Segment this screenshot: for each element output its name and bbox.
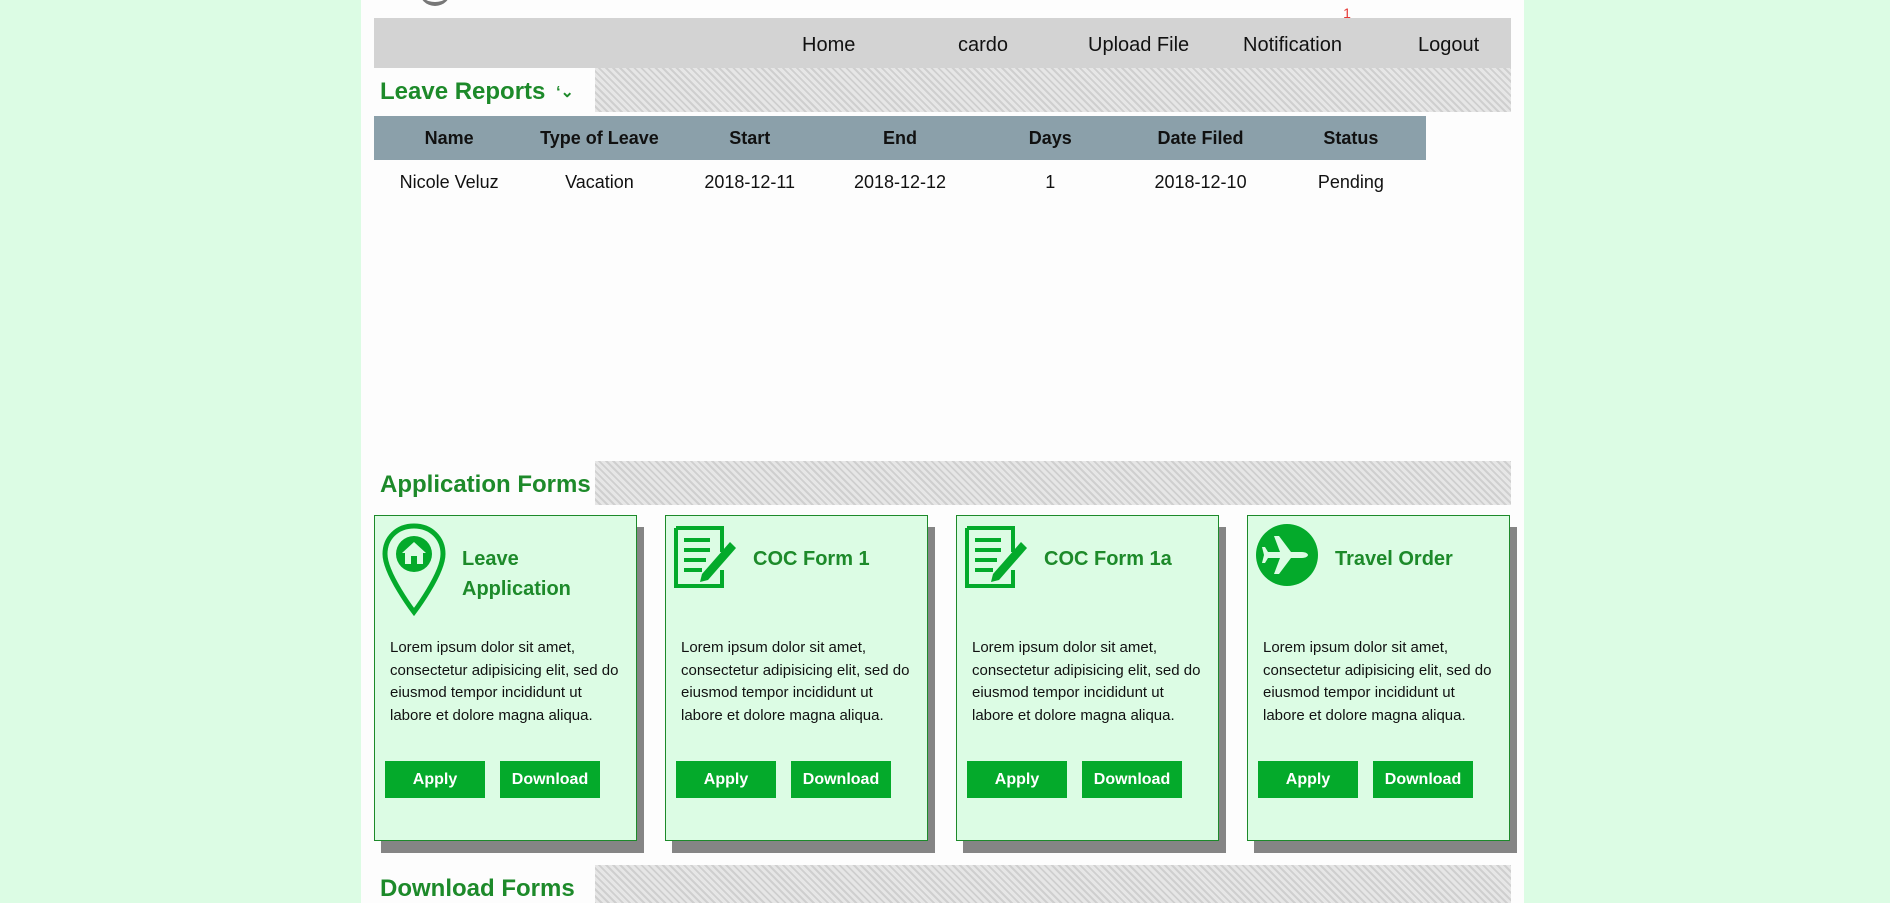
card-description: Lorem ipsum dolor sit amet, consectetur … (1263, 639, 1492, 724)
card-travel-order: Travel Order Lorem ipsum dolor sit amet,… (1247, 515, 1510, 841)
card-title: COC Form 1 (753, 548, 870, 570)
apply-button[interactable]: Apply (967, 761, 1067, 798)
apply-button[interactable]: Apply (676, 761, 776, 798)
nav-user-cardo[interactable]: cardo (958, 18, 1008, 68)
document-pencil-icon (674, 526, 736, 588)
table-header-row: Name Type of Leave Start End Days Date F… (374, 116, 1426, 160)
card-title: Travel Order (1335, 548, 1453, 570)
document-pencil-icon (965, 526, 1027, 588)
cell-status: Pending (1317, 171, 1384, 192)
cell-type: Vacation (565, 171, 634, 192)
card-title: Leave Application (462, 548, 571, 600)
download-forms-title: Download Forms (380, 875, 575, 902)
leave-reports-title[interactable]: Leave Reports ‘⌄ (380, 68, 574, 112)
leave-reports-header: Leave Reports ‘⌄ (374, 68, 1511, 112)
card-coc-form-1: COC Form 1 Lorem ipsum dolor sit amet, c… (665, 515, 928, 841)
header-stripe (595, 68, 1511, 112)
download-button[interactable]: Download (500, 761, 600, 798)
nav-upload-file[interactable]: Upload File (1088, 18, 1189, 68)
download-button[interactable]: Download (791, 761, 891, 798)
nav-home[interactable]: Home (802, 18, 855, 68)
top-navbar: Home cardo Upload File Notification 1 Lo… (374, 6, 1511, 68)
download-button[interactable]: Download (1082, 761, 1182, 798)
apply-button[interactable]: Apply (1258, 761, 1358, 798)
notification-count-badge: 1 (1343, 5, 1351, 21)
application-forms-header: Application Forms (374, 461, 1511, 505)
nav-logout[interactable]: Logout (1418, 18, 1479, 68)
column-header-days: Days (975, 116, 1126, 160)
card-title: COC Form 1a (1044, 548, 1172, 570)
card-description: Lorem ipsum dolor sit amet, consectetur … (681, 639, 910, 724)
table-row: Nicole Veluz Vacation 2018-12-11 2018-12… (374, 160, 1426, 204)
leave-reports-table: Name Type of Leave Start End Days Date F… (374, 116, 1426, 204)
leave-reports-title-text: Leave Reports (380, 78, 553, 105)
cell-date-filed: 2018-12-10 (1154, 171, 1247, 192)
main-content: Home cardo Upload File Notification 1 Lo… (361, 0, 1524, 903)
header-stripe (595, 461, 1511, 505)
header-stripe (595, 865, 1511, 903)
column-header-type: Type of Leave (524, 116, 675, 160)
chevron-down-icon[interactable]: ‘⌄ (556, 69, 574, 117)
nav-notification[interactable]: Notification 1 (1243, 6, 1351, 68)
column-header-start: Start (674, 116, 825, 160)
cell-start: 2018-12-11 (704, 171, 796, 192)
map-pin-home-icon (382, 523, 446, 617)
card-leave-application: Leave Application Lorem ipsum dolor sit … (374, 515, 637, 841)
apply-button[interactable]: Apply (385, 761, 485, 798)
column-header-end: End (824, 116, 976, 160)
card-description: Lorem ipsum dolor sit amet, consectetur … (390, 639, 619, 724)
application-forms-title: Application Forms (380, 471, 591, 498)
logo (419, 0, 451, 6)
cell-name: Nicole Veluz (399, 171, 499, 192)
airplane-icon (1256, 524, 1318, 586)
download-forms-header: Download Forms (374, 865, 1511, 903)
column-header-status: Status (1275, 116, 1426, 160)
cell-days: 1 (1045, 171, 1056, 192)
column-header-date-filed: Date Filed (1125, 116, 1276, 160)
column-header-name: Name (374, 116, 525, 160)
card-coc-form-1a: COC Form 1a Lorem ipsum dolor sit amet, … (956, 515, 1219, 841)
card-description: Lorem ipsum dolor sit amet, consectetur … (972, 639, 1201, 724)
nav-notification-label: Notification (1243, 34, 1342, 56)
download-button[interactable]: Download (1373, 761, 1473, 798)
cell-end: 2018-12-12 (853, 171, 947, 192)
